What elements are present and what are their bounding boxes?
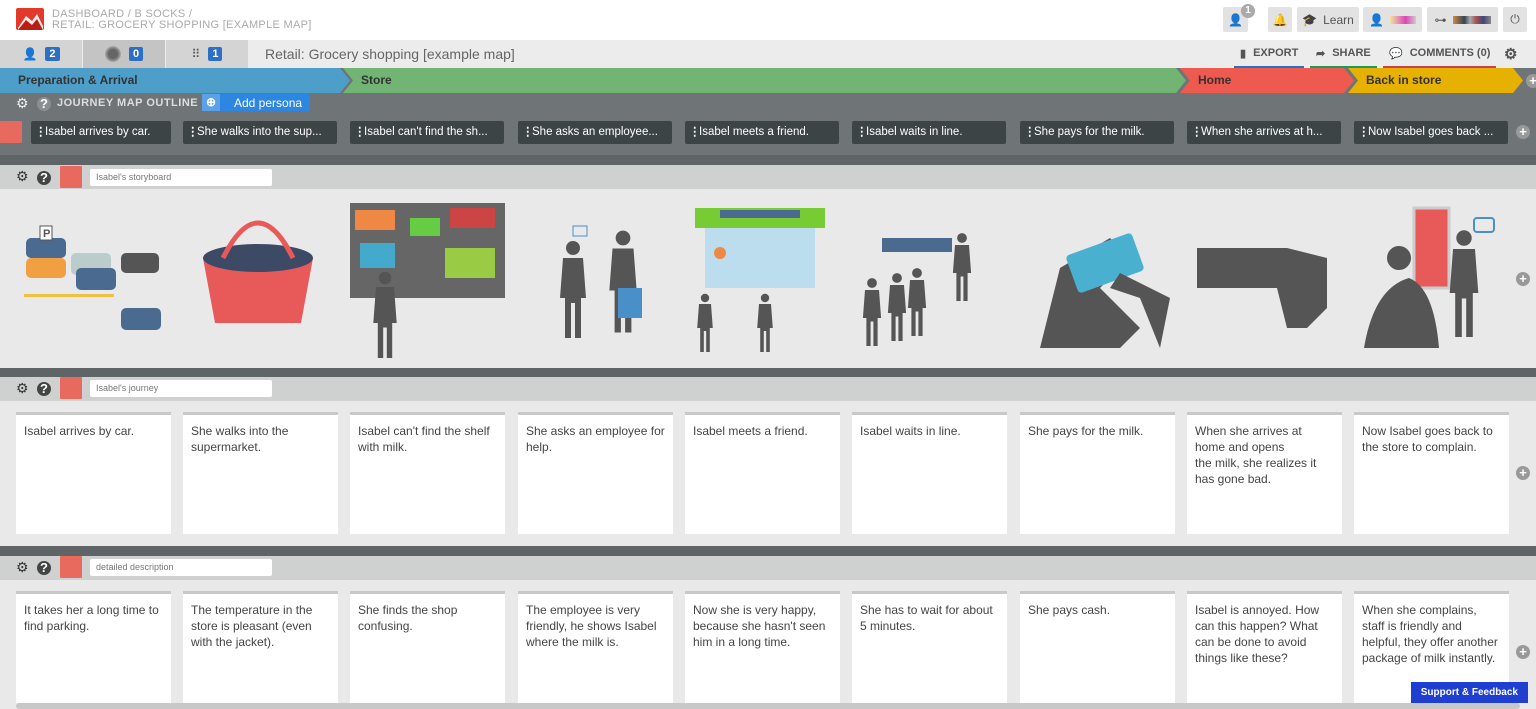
outline-step[interactable]: Isabel meets a friend. [685,121,839,144]
gear-icon[interactable]: ⚙ [16,380,29,397]
outline-title: JOURNEY MAP OUTLINE [57,97,199,109]
outline-step[interactable]: Isabel arrives by car. [31,121,171,144]
settings-button[interactable]: ⚙ [1498,40,1523,68]
lane-name-input[interactable]: Isabel's storyboard [90,169,272,186]
document-icon: ▮ [1240,47,1247,60]
card[interactable]: The employee is very friendly, he shows … [518,591,673,703]
add-card-button[interactable]: + [1516,645,1530,659]
persona-avatar[interactable] [60,166,82,188]
add-card-button[interactable]: + [1516,466,1530,480]
storyboard-image-shopping-basket[interactable] [183,198,338,358]
outline-step[interactable]: Isabel can't find the sh... [350,121,504,144]
add-phase-button[interactable]: + [1526,74,1536,88]
comments-button[interactable]: 💬 COMMENTS (0) [1383,40,1497,68]
notification-count: 1 [1241,4,1255,18]
help-icon[interactable]: ? [37,97,51,111]
user-icon: 👤 [1228,12,1243,27]
storyboard-image-queue-checkout[interactable] [852,198,1007,358]
phase-store[interactable]: Store [343,68,1186,93]
touchpoint-icon [104,46,121,62]
outline-step[interactable]: She pays for the milk. [1020,121,1174,144]
card[interactable]: Isabel can't find the shelf with milk. [350,412,505,534]
share-button[interactable]: ➦ SHARE [1310,40,1377,68]
lane-name-input[interactable]: Isabel's journey [90,380,272,397]
tab-touchpoints[interactable]: 0 [83,40,165,68]
help-icon[interactable]: ? [37,561,51,575]
phase-preparation-arrival[interactable]: Preparation & Arrival [0,68,350,93]
user-icon: 👤 [1369,12,1384,27]
card[interactable]: She pays cash. [1020,591,1175,703]
help-icon[interactable]: ? [37,382,51,396]
storyboard-image-asking-employee[interactable] [518,198,673,358]
map-title: Retail: Grocery shopping [example map] [265,46,515,62]
person-icon: 👤 [22,47,38,61]
tab-structure[interactable]: ⠿ 1 [166,40,248,68]
share-icon: ➦ [1316,47,1326,60]
outline-step[interactable]: Isabel waits in line. [852,121,1006,144]
bell-button[interactable]: 🔔 [1268,7,1292,32]
org-logo-icon [1452,15,1491,24]
card[interactable]: Isabel meets a friend. [685,412,840,534]
horizontal-scrollbar[interactable] [16,703,1520,709]
structure-icon: ⠿ [191,47,201,61]
plus-circle-icon: ⊕ [202,94,220,111]
comment-icon: 💬 [1389,47,1403,60]
help-icon[interactable]: ? [37,171,51,185]
storyboard-image-cars-parking[interactable]: P [16,198,171,358]
org-chart-icon: ⊶ [1434,12,1447,27]
add-image-button[interactable]: + [1516,272,1530,286]
learn-button[interactable]: 🎓 Learn [1297,7,1359,32]
export-button[interactable]: ▮ EXPORT [1234,40,1305,68]
card[interactable]: Isabel arrives by car. [16,412,171,534]
gear-icon[interactable]: ⚙ [16,168,29,185]
add-persona-button[interactable]: ⊕ Add persona [202,94,310,111]
account-button[interactable]: 👤 [1363,7,1422,32]
card[interactable]: When she arrives at home and opens the m… [1187,412,1342,534]
card[interactable]: She finds the shop confusing. [350,591,505,703]
card[interactable]: She pays for the milk. [1020,412,1175,534]
storyboard-image-thumbs-down[interactable] [1187,198,1342,358]
gear-icon: ⚙ [1504,46,1518,63]
add-step-button[interactable]: + [1516,125,1530,139]
persona-avatar[interactable] [60,556,82,578]
outline-step[interactable]: Now Isabel goes back ... [1354,121,1508,144]
storyboard-image-shelves-shopper[interactable] [350,198,505,358]
app-logo[interactable] [16,8,44,30]
persona-avatar[interactable] [60,377,82,399]
card[interactable]: Isabel is annoyed. How can this happen? … [1187,591,1342,703]
card[interactable]: She walks into the supermarket. [183,412,338,534]
phase-back-in-store[interactable]: Back in store [1348,68,1523,93]
outline-step[interactable]: She asks an employee... [518,121,672,144]
breadcrumb-current: RETAIL: GROCERY SHOPPING [EXAMPLE MAP] [52,19,312,31]
support-feedback-button[interactable]: Support & Feedback [1410,682,1528,703]
graduation-cap-icon: 🎓 [1302,12,1318,27]
storyboard-image-paying-card[interactable] [1020,198,1175,358]
phase-home[interactable]: Home [1180,68,1354,93]
outline-step[interactable]: She walks into the sup... [183,121,337,144]
account-avatar-icon [1389,15,1416,24]
svg-text:P: P [43,228,50,240]
card[interactable]: She has to wait for about 5 minutes. [852,591,1007,703]
outline-step[interactable]: When she arrives at h... [1187,121,1341,144]
card[interactable]: Isabel waits in line. [852,412,1007,534]
card[interactable]: Now Isabel goes back to the store to com… [1354,412,1509,534]
bell-icon: 🔔 [1272,12,1288,27]
card[interactable]: It takes her a long time to find parking… [16,591,171,703]
gear-icon[interactable]: ⚙ [16,95,29,112]
storyboard-image-supermarket-front[interactable] [685,198,840,358]
organization-button[interactable]: ⊶ [1427,7,1498,32]
power-icon: ⏻ [1510,12,1520,26]
persona-avatar[interactable] [0,121,22,143]
storyboard-image-complaining-at-door[interactable] [1354,198,1509,358]
tab-personas[interactable]: 👤 2 [0,40,82,68]
card[interactable]: Now she is very happy, because she hasn'… [685,591,840,703]
card[interactable]: She asks an employee for help. [518,412,673,534]
lane-name-input[interactable]: detailed description [90,559,272,576]
card[interactable]: The temperature in the store is pleasant… [183,591,338,703]
gear-icon[interactable]: ⚙ [16,559,29,576]
logout-button[interactable]: ⏻ [1503,7,1527,32]
